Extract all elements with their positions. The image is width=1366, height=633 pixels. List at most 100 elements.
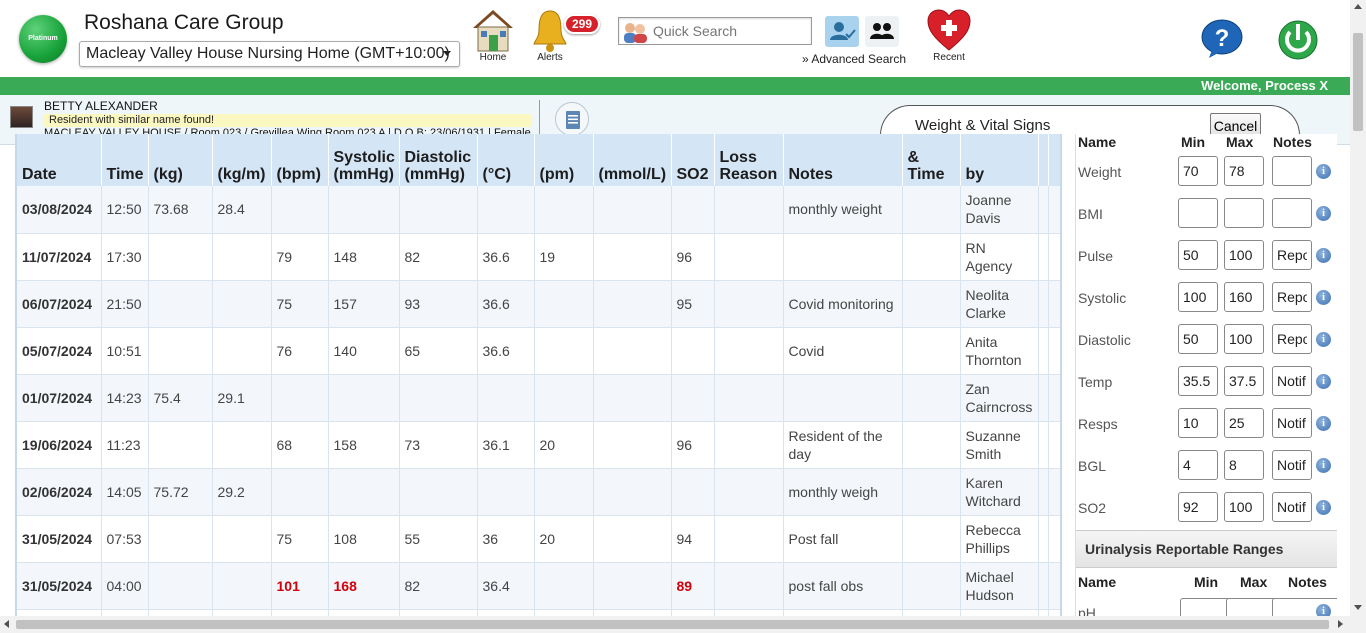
cell-loss <box>714 515 784 563</box>
help-icon[interactable]: ? <box>1200 18 1244 60</box>
column-header[interactable]: Notes <box>783 134 903 186</box>
cell-bmi <box>212 562 272 610</box>
horizontal-scrollbar[interactable] <box>0 616 1350 633</box>
notes-button[interactable] <box>555 102 589 136</box>
range-max-input[interactable] <box>1224 450 1264 480</box>
column-header[interactable]: Loss Reason <box>714 134 784 186</box>
home-button[interactable]: Home <box>470 8 516 63</box>
table-row[interactable]: 31/05/2024 07:53 75 108 55 36 20 94 Post fall Reb… <box>17 515 1060 563</box>
cell-sys: 108 <box>328 515 400 563</box>
cell-dia: 65 <box>399 327 478 375</box>
alerts-button[interactable]: Alerts <box>530 8 570 63</box>
table-row[interactable]: 01/07/2024 14:23 75.4 29.1 Zan Cairncross <box>17 374 1060 422</box>
cell-dt <box>902 280 961 328</box>
range-max-input[interactable] <box>1224 366 1264 396</box>
table-row[interactable]: 02/06/2024 14:05 75.72 29.2 monthly weigh Kar… <box>17 468 1060 516</box>
column-header[interactable]: by <box>960 134 1039 186</box>
resident-name[interactable]: BETTY ALEXANDER <box>44 99 158 113</box>
range-min-input[interactable] <box>1178 324 1218 354</box>
range-notes-input[interactable] <box>1272 450 1312 480</box>
table-row[interactable]: 06/07/2024 21:50 75 157 93 36.6 95 Covid monito… <box>17 280 1060 328</box>
column-header[interactable]: (kg/m) <box>212 134 272 186</box>
range-min-input[interactable] <box>1178 366 1218 396</box>
table-row[interactable]: 31/05/2024 04:00 101 168 82 36.4 89 post fall o… <box>17 562 1060 610</box>
column-header[interactable]: (°C) <box>477 134 535 186</box>
column-header[interactable]: Date <box>17 134 102 186</box>
facility-select[interactable]: Macleay Valley House Nursing Home (GMT+1… <box>79 41 460 67</box>
scroll-down-icon[interactable] <box>1354 605 1362 610</box>
range-max-input[interactable] <box>1224 156 1264 186</box>
range-max-input[interactable] <box>1224 198 1264 228</box>
info-icon[interactable]: i <box>1316 500 1331 515</box>
range-min-input[interactable] <box>1178 450 1218 480</box>
vertical-scroll-thumb[interactable] <box>1353 33 1363 131</box>
power-icon[interactable] <box>1277 17 1319 61</box>
table-row[interactable]: 05/07/2024 10:51 76 140 65 36.6 Covid Anita Tho… <box>17 327 1060 375</box>
urinalysis-section-header[interactable]: Urinalysis Reportable Ranges <box>1076 530 1337 568</box>
column-header[interactable] <box>1038 134 1049 186</box>
range-notes-input[interactable] <box>1272 324 1312 354</box>
cell-sys <box>328 374 400 422</box>
cell-bmi: 28.4 <box>212 186 272 234</box>
range-notes-input[interactable] <box>1272 240 1312 270</box>
scroll-up-icon[interactable] <box>1354 4 1362 9</box>
info-icon[interactable]: i <box>1316 374 1331 389</box>
info-icon[interactable]: i <box>1316 290 1331 305</box>
range-notes-input[interactable] <box>1272 408 1312 438</box>
range-notes-input[interactable] <box>1272 156 1312 186</box>
range-max-input[interactable] <box>1224 240 1264 270</box>
range-max-input[interactable] <box>1224 492 1264 522</box>
vertical-scrollbar[interactable] <box>1350 0 1366 633</box>
range-notes-input[interactable] <box>1272 282 1312 312</box>
column-header[interactable]: Time <box>101 134 149 186</box>
range-min-input[interactable] <box>1178 198 1218 228</box>
info-icon[interactable]: i <box>1316 164 1331 179</box>
horizontal-scroll-thumb[interactable] <box>16 620 1329 629</box>
column-header[interactable]: (pm) <box>534 134 594 186</box>
range-max-input[interactable] <box>1224 324 1264 354</box>
scroll-left-icon[interactable] <box>4 620 9 628</box>
info-icon[interactable]: i <box>1316 604 1331 616</box>
info-icon[interactable]: i <box>1316 206 1331 221</box>
table-row[interactable] <box>17 609 1060 616</box>
column-header[interactable]: & Time <box>902 134 961 186</box>
recent-button[interactable]: Recent <box>924 8 974 63</box>
range-notes-input[interactable] <box>1272 198 1312 228</box>
cell-sys: 168 <box>328 562 400 610</box>
table-row[interactable]: 03/08/2024 12:50 73.68 28.4 monthly weight Jo… <box>17 186 1060 234</box>
resident-search-button[interactable] <box>825 16 859 47</box>
column-header[interactable]: (kg) <box>148 134 213 186</box>
range-label: Diastolic <box>1078 332 1131 348</box>
range-notes-input[interactable] <box>1272 366 1312 396</box>
range-min-input[interactable] <box>1178 240 1218 270</box>
table-row[interactable]: 19/06/2024 11:23 68 158 73 36.1 20 96 Resident o… <box>17 421 1060 469</box>
info-icon[interactable]: i <box>1316 458 1331 473</box>
column-header[interactable]: SO2 <box>671 134 715 186</box>
info-icon[interactable]: i <box>1316 332 1331 347</box>
advanced-search-link[interactable]: » Advanced Search <box>802 52 906 66</box>
range-notes-input[interactable] <box>1272 492 1312 522</box>
resident-photo[interactable] <box>10 106 33 128</box>
column-header[interactable]: (bpm) <box>271 134 329 186</box>
platinum-logo[interactable]: Platinum <box>19 15 67 63</box>
range-row-pulse: Pulse i <box>1076 236 1337 278</box>
column-header[interactable]: (mmol/L) <box>593 134 672 186</box>
info-icon[interactable]: i <box>1316 416 1331 431</box>
range-min-input[interactable] <box>1178 282 1218 312</box>
range-min-input[interactable] <box>1178 156 1218 186</box>
column-header[interactable]: Diastolic (mmHg) <box>399 134 478 186</box>
scroll-right-icon[interactable] <box>1338 620 1343 628</box>
range-max-input[interactable] <box>1224 282 1264 312</box>
quick-search-input[interactable] <box>651 21 806 41</box>
range-min-input[interactable] <box>1178 492 1218 522</box>
range-max-input[interactable] <box>1224 408 1264 438</box>
range-min-input[interactable] <box>1178 408 1218 438</box>
column-header[interactable] <box>1048 134 1060 186</box>
column-header[interactable]: Systolic (mmHg) <box>328 134 400 186</box>
info-icon[interactable]: i <box>1316 248 1331 263</box>
quick-search-box[interactable] <box>618 17 812 45</box>
panel-title: Weight & Vital Signs <box>915 117 1051 134</box>
staff-search-button[interactable] <box>865 16 899 47</box>
table-row[interactable]: 11/07/2024 17:30 79 148 82 36.6 19 96 RN Agency <box>17 233 1060 281</box>
vitals-table-container[interactable]: Date Time (kg) (kg/m) (bpm) Systolic (mmHg) Di… <box>15 134 1062 616</box>
